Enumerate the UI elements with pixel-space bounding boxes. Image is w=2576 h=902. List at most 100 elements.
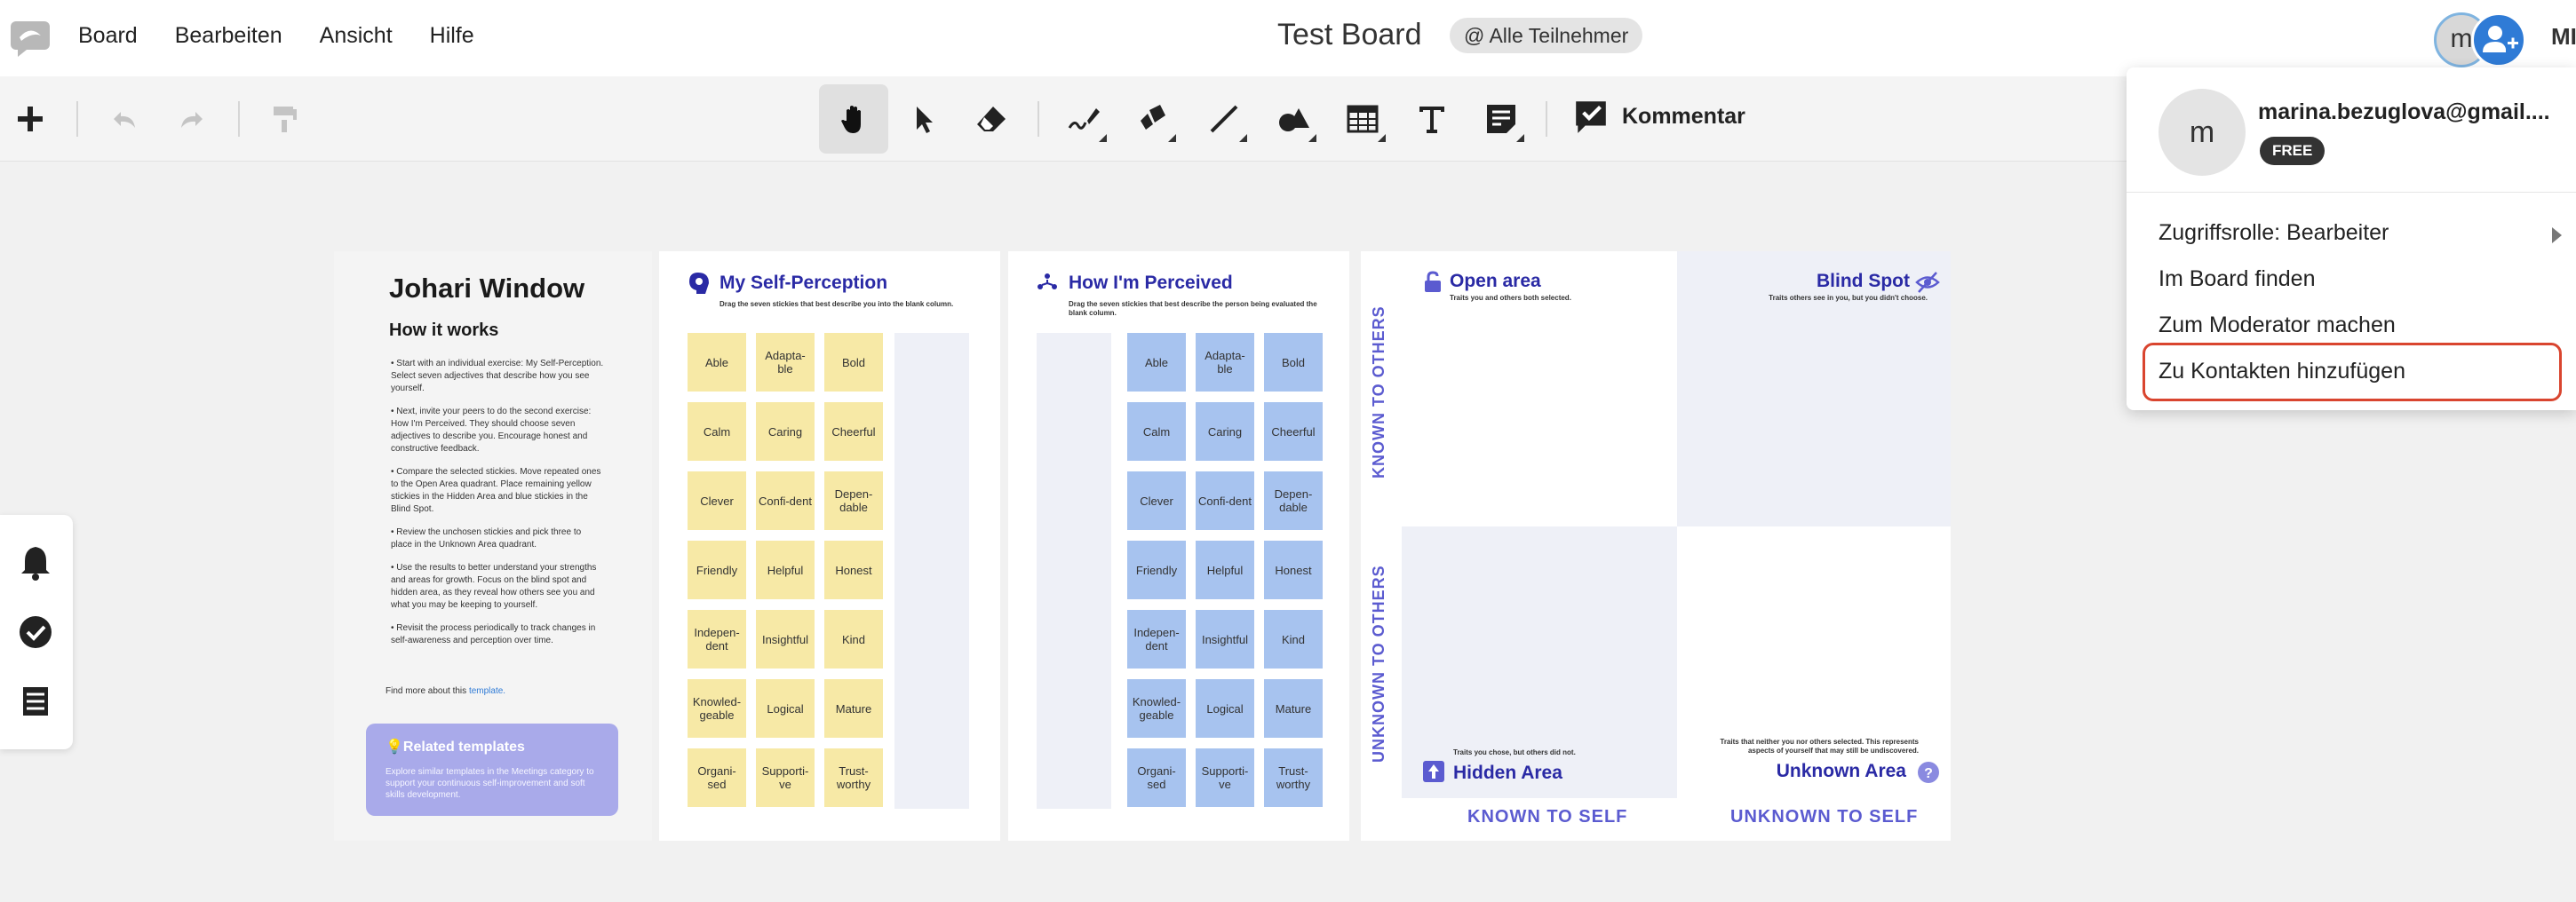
perceived-blank-column[interactable]	[1037, 333, 1111, 809]
hand-tool-button[interactable]	[819, 84, 888, 154]
sticky-note[interactable]: Cheerful	[1264, 402, 1323, 461]
sticky-note-icon	[1487, 105, 1515, 133]
comment-button-label: Kommentar	[1622, 103, 1745, 129]
sticky-note[interactable]: Confi-dent	[756, 471, 815, 530]
menu-item-find-in-board[interactable]: Im Board finden	[2159, 266, 2316, 292]
menu-ansicht[interactable]: Ansicht	[320, 23, 393, 49]
check-circle-icon[interactable]	[16, 613, 55, 652]
sticky-note[interactable]: Indepen-dent	[688, 610, 746, 669]
sticky-note[interactable]: Calm	[688, 402, 746, 461]
add-user-button[interactable]	[2471, 12, 2526, 67]
sticky-note[interactable]: Organi-sed	[1127, 748, 1186, 807]
sticky-note[interactable]: Caring	[756, 402, 815, 461]
sticky-note[interactable]: Kind	[1264, 610, 1323, 669]
line-icon	[1210, 105, 1238, 133]
open-area-quadrant[interactable]: Open area Traits you and others both sel…	[1402, 251, 1677, 526]
select-tool-button[interactable]	[899, 94, 949, 144]
sticky-note[interactable]: Honest	[824, 541, 883, 599]
sticky-note[interactable]: Knowled-geable	[1127, 679, 1186, 738]
user-initials[interactable]: MI	[2551, 23, 2576, 51]
sticky-note[interactable]: Friendly	[1127, 541, 1186, 599]
sticky-note[interactable]: Depen-dable	[1264, 471, 1323, 530]
sticky-note[interactable]: Trust-worthy	[824, 748, 883, 807]
redo-button[interactable]	[167, 94, 217, 144]
sticky-note[interactable]: Adapta-ble	[1196, 333, 1254, 392]
menu-item-add-to-contacts[interactable]: Zu Kontakten hinzufügen	[2159, 359, 2405, 384]
sticky-note[interactable]: Knowled-geable	[688, 679, 746, 738]
sticky-note-tool-button[interactable]	[1476, 94, 1526, 144]
sticky-note[interactable]: Indepen-dent	[1127, 610, 1186, 669]
sticky-note[interactable]: Bold	[824, 333, 883, 392]
submenu-indicator	[1308, 134, 1316, 142]
add-icon	[18, 107, 43, 131]
sticky-note[interactable]: Honest	[1264, 541, 1323, 599]
side-panel	[0, 515, 73, 749]
hidden-area-quadrant[interactable]: Traits you chose, but others did not. Hi…	[1402, 526, 1677, 798]
how-it-works-heading: How it works	[389, 320, 499, 340]
sticky-note[interactable]: Able	[1127, 333, 1186, 392]
participants-chip[interactable]: @ Alle Teilnehmer	[1450, 18, 1643, 53]
hidden-area-title: Hidden Area	[1453, 763, 1562, 783]
blind-spot-subtitle: Traits others see in you, but you didn't…	[1769, 294, 1928, 302]
sticky-note[interactable]: Helpful	[1196, 541, 1254, 599]
menu-hilfe[interactable]: Hilfe	[430, 23, 474, 49]
sticky-note[interactable]: Logical	[756, 679, 815, 738]
sticky-note[interactable]: Cheerful	[824, 402, 883, 461]
self-blank-column[interactable]	[894, 333, 969, 809]
pen-tool-button[interactable]	[1059, 94, 1109, 144]
sticky-note[interactable]: Supporti-ve	[756, 748, 815, 807]
shapes-tool-button[interactable]	[1268, 94, 1318, 144]
menu-bearbeiten[interactable]: Bearbeiten	[175, 23, 282, 49]
sticky-note[interactable]: Trust-worthy	[1264, 748, 1323, 807]
line-tool-button[interactable]	[1199, 94, 1249, 144]
sticky-note[interactable]: Calm	[1127, 402, 1186, 461]
sticky-note[interactable]: Confi-dent	[1196, 471, 1254, 530]
template-link[interactable]: template.	[469, 686, 505, 696]
menu-item-access-role[interactable]: Zugriffsrolle: Bearbeiter	[2159, 220, 2389, 246]
sticky-note[interactable]: Mature	[824, 679, 883, 738]
sticky-note[interactable]: Supporti-ve	[1196, 748, 1254, 807]
sticky-note[interactable]: Insightful	[756, 610, 815, 669]
board-title[interactable]: Test Board	[1277, 18, 1422, 52]
sticky-note[interactable]: Clever	[1127, 471, 1186, 530]
submenu-indicator	[1378, 134, 1386, 142]
submenu-indicator	[1168, 134, 1176, 142]
hand-icon	[841, 106, 861, 133]
menu-item-make-moderator[interactable]: Zum Moderator machen	[2159, 313, 2396, 338]
marker-tool-button[interactable]	[1128, 94, 1178, 144]
sticky-note[interactable]: Mature	[1264, 679, 1323, 738]
sticky-note[interactable]: Organi-sed	[688, 748, 746, 807]
app-logo-icon[interactable]	[9, 20, 52, 59]
sticky-note[interactable]: Kind	[824, 610, 883, 669]
sticky-note[interactable]: Clever	[688, 471, 746, 530]
related-templates-card[interactable]: 💡Related templates Explore similar templ…	[366, 724, 618, 816]
undo-button[interactable]	[99, 94, 149, 144]
unknown-area-quadrant[interactable]: Traits that neither you nor others selec…	[1677, 526, 1951, 798]
arrow-up-box-icon	[1423, 761, 1444, 782]
sticky-note[interactable]: Friendly	[688, 541, 746, 599]
table-tool-button[interactable]	[1338, 94, 1387, 144]
sticky-note[interactable]: Caring	[1196, 402, 1254, 461]
list-icon[interactable]	[16, 682, 55, 721]
sticky-note[interactable]: Adapta-ble	[756, 333, 815, 392]
sticky-note[interactable]: Bold	[1264, 333, 1323, 392]
bell-icon[interactable]	[16, 543, 55, 582]
format-painter-button[interactable]	[259, 94, 309, 144]
sticky-note[interactable]: Insightful	[1196, 610, 1254, 669]
text-tool-button[interactable]	[1407, 94, 1457, 144]
related-templates-desc: Explore similar templates in the Meeting…	[386, 767, 594, 800]
find-more-label: Find more about this	[386, 686, 467, 696]
table-icon	[1347, 105, 1379, 133]
plan-badge: FREE	[2260, 137, 2326, 165]
sticky-note[interactable]: Helpful	[756, 541, 815, 599]
instruction-step: Review the unchosen stickies and pick th…	[391, 526, 604, 551]
sticky-note[interactable]: Logical	[1196, 679, 1254, 738]
add-button[interactable]	[5, 94, 55, 144]
menu-board[interactable]: Board	[78, 23, 138, 49]
redo-icon	[181, 112, 203, 128]
sticky-note[interactable]: Depen-dable	[824, 471, 883, 530]
eraser-tool-button[interactable]	[966, 94, 1016, 144]
blind-spot-quadrant[interactable]: Blind Spot Traits others see in you, but…	[1677, 251, 1951, 526]
sticky-note[interactable]: Able	[688, 333, 746, 392]
comment-button[interactable]: Kommentar	[1572, 98, 1745, 135]
